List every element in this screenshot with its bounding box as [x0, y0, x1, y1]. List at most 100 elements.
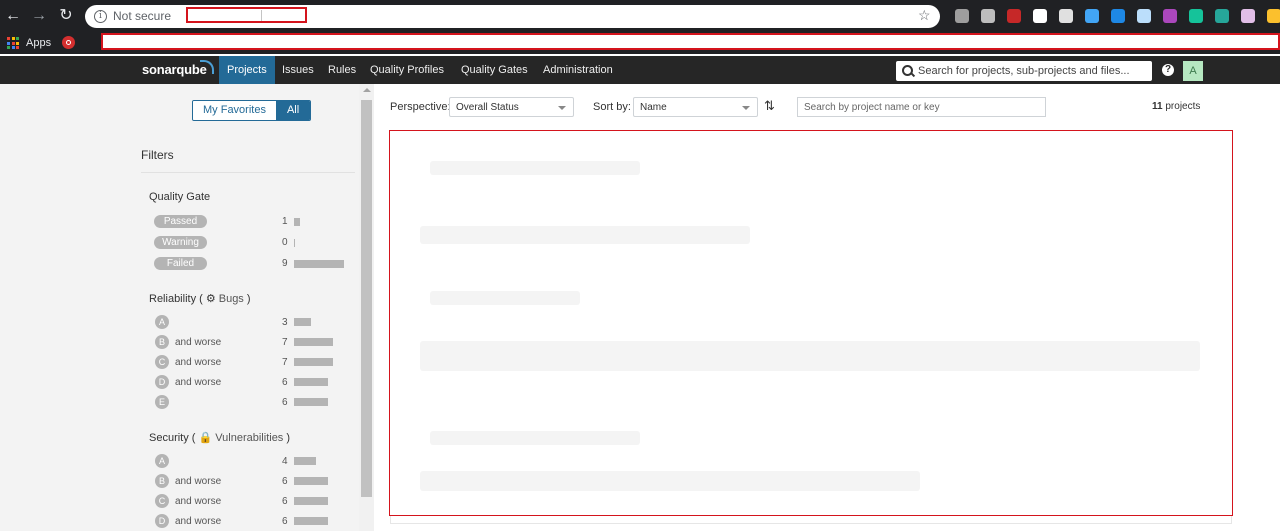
chat-bubble-icon[interactable]: [955, 9, 969, 23]
my-favorites-button[interactable]: My Favorites: [193, 101, 276, 120]
qg-filter-passed[interactable]: Passed: [154, 215, 207, 228]
apps-grid-dot: [7, 37, 10, 40]
apps-grid-dot: [11, 41, 15, 45]
facet-count: 6: [282, 397, 288, 408]
magnifier-icon[interactable]: [1111, 9, 1125, 23]
security-grade-a[interactable]: A: [155, 454, 169, 468]
global-search-input[interactable]: Search for projects, sub-projects and fi…: [896, 61, 1152, 81]
apps-grid-icon[interactable]: [7, 37, 19, 49]
facet-bar: [294, 497, 328, 505]
security-title: Security ( 🔒 Vulnerabilities ): [149, 431, 290, 444]
filters-divider: [141, 172, 355, 173]
perspective-value: Overall Status: [456, 102, 519, 113]
jetbrains-icon[interactable]: [1033, 9, 1047, 23]
facet-bar: [294, 457, 316, 465]
bookmarks-bar: Apps: [0, 33, 1280, 54]
facet-count: 6: [282, 496, 288, 507]
search-icon: [902, 65, 913, 76]
apps-grid-dot: [16, 37, 19, 40]
facet-bar: [294, 218, 300, 226]
security-grade-c[interactable]: C: [155, 494, 169, 508]
project-count-number: 11: [1152, 101, 1163, 112]
blurred-row: [420, 341, 1200, 371]
target-icon[interactable]: [1059, 9, 1073, 23]
facet-count: 6: [282, 377, 288, 388]
bookmark-target-icon[interactable]: [62, 36, 75, 49]
ublock-icon[interactable]: [1007, 9, 1021, 23]
apps-label[interactable]: Apps: [26, 37, 51, 49]
facet-bar: [294, 517, 328, 525]
help-icon[interactable]: ?: [1162, 64, 1174, 76]
address-bar[interactable]: i Not secure ☆: [85, 5, 940, 28]
nav-item-projects[interactable]: Projects: [219, 56, 275, 84]
purple-extension-icon[interactable]: [1163, 9, 1177, 23]
reliability-grade-d[interactable]: D: [155, 375, 169, 389]
reliability-grade-e[interactable]: E: [155, 395, 169, 409]
sonarqube-navbar: sonarqube Projects Issues Rules Quality Pro…: [0, 56, 1280, 84]
back-arrow-icon[interactable]: ←: [3, 6, 23, 26]
nav-item-issues[interactable]: Issues: [282, 56, 314, 84]
scroll-up-arrow-icon[interactable]: [363, 88, 371, 92]
chevron-down-icon: [558, 106, 566, 110]
project-search-input[interactable]: Search by project name or key: [797, 97, 1046, 117]
sh-icon[interactable]: [1085, 9, 1099, 23]
all-button[interactable]: All: [275, 101, 311, 120]
logo-text: sonarqube: [142, 62, 207, 77]
sonarqube-logo[interactable]: sonarqube: [142, 62, 207, 77]
grammarly-icon[interactable]: [1189, 9, 1203, 23]
facet-bar: [294, 260, 344, 268]
nav-item-quality-gates[interactable]: Quality Gates: [461, 56, 528, 84]
facet-count: 9: [282, 258, 288, 269]
map-pin-icon[interactable]: [981, 9, 995, 23]
project-count-suffix: projects: [1165, 101, 1201, 112]
filters-title: Filters: [141, 148, 174, 162]
qg-filter-failed[interactable]: Failed: [154, 257, 207, 270]
security-grade-d[interactable]: D: [155, 514, 169, 528]
m-icon[interactable]: [1215, 9, 1229, 23]
apps-grid-dot: [16, 41, 19, 45]
paren: ): [283, 432, 291, 444]
facet-count: 1: [282, 216, 288, 227]
copy-pages-icon[interactable]: [1137, 9, 1151, 23]
facet-bar: [294, 239, 295, 247]
perspective-select[interactable]: Overall Status: [449, 97, 574, 117]
nav-item-rules[interactable]: Rules: [328, 56, 356, 84]
avatar[interactable]: A: [1183, 61, 1203, 81]
facet-count: 7: [282, 357, 288, 368]
url-redaction: [186, 7, 307, 23]
browser-toolbar: ← → ↻ i Not secure ☆: [0, 0, 1280, 33]
lock-icon: 🔒: [198, 432, 213, 444]
blurred-row: [430, 291, 580, 305]
project-card-edge: [390, 516, 1232, 524]
facet-count: 6: [282, 516, 288, 527]
bug-icon: ⚙: [205, 293, 216, 305]
sidebar-scroll-thumb[interactable]: [361, 100, 372, 497]
project-count: 11 projects: [1152, 101, 1200, 112]
reliability-grade-a[interactable]: A: [155, 315, 169, 329]
nav-item-quality-profiles[interactable]: Quality Profiles: [370, 56, 444, 84]
facet-count: 7: [282, 337, 288, 348]
reliability-title-text: Reliability: [149, 293, 197, 305]
document-icon[interactable]: [1241, 9, 1255, 23]
sort-select[interactable]: Name: [633, 97, 758, 117]
reliability-grade-c[interactable]: C: [155, 355, 169, 369]
facet-count: 4: [282, 456, 288, 467]
favorites-toggle: My Favorites All: [192, 100, 312, 121]
reload-icon[interactable]: ↻: [56, 6, 76, 26]
info-icon[interactable]: i: [94, 10, 107, 23]
qg-filter-warning[interactable]: Warning: [154, 236, 207, 249]
sort-ascending-icon[interactable]: ⇅: [764, 98, 780, 114]
and-worse-label: and worse: [175, 516, 222, 527]
forward-arrow-icon[interactable]: →: [29, 6, 49, 26]
and-worse-label: and worse: [175, 476, 222, 487]
project-search-placeholder: Search by project name or key: [804, 102, 940, 113]
paren: ): [243, 293, 251, 305]
quality-gate-title: Quality Gate: [149, 191, 211, 203]
bookmark-star-icon[interactable]: ☆: [918, 7, 931, 24]
yellow-extension-icon[interactable]: [1267, 9, 1280, 23]
security-grade-b[interactable]: B: [155, 474, 169, 488]
nav-item-administration[interactable]: Administration: [543, 56, 613, 84]
security-subtitle: Vulnerabilities: [215, 432, 284, 444]
reliability-grade-b[interactable]: B: [155, 335, 169, 349]
blurred-row: [430, 431, 640, 445]
